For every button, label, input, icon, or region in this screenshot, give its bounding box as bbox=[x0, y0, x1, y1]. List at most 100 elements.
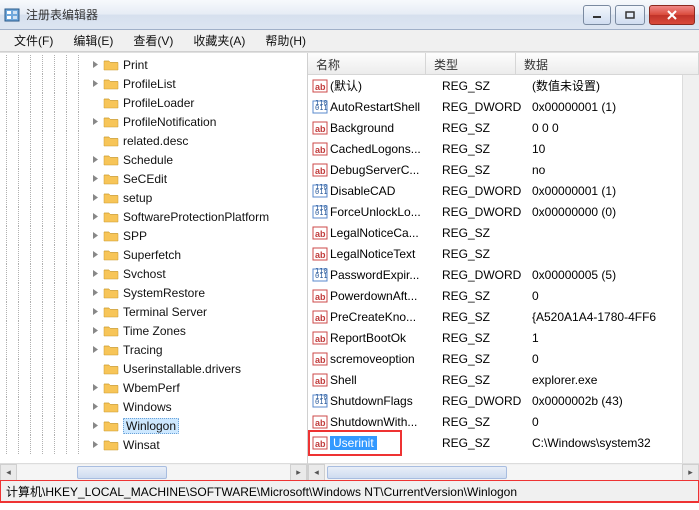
reg-dword-icon: 011110 bbox=[312, 183, 328, 199]
value-row[interactable]: abUserinitREG_SZC:\Windows\system32 bbox=[308, 432, 699, 453]
tree-item[interactable]: ProfileLoader bbox=[2, 93, 307, 112]
folder-icon bbox=[103, 134, 119, 148]
value-row[interactable]: abBackgroundREG_SZ0 0 0 bbox=[308, 117, 699, 138]
list-pane: 名称 类型 数据 ab(默认)REG_SZ(数值未设置)011110AutoRe… bbox=[308, 53, 699, 480]
maximize-button[interactable] bbox=[615, 5, 645, 25]
value-row[interactable]: 011110DisableCADREG_DWORD0x00000001 (1) bbox=[308, 180, 699, 201]
value-list[interactable]: ab(默认)REG_SZ(数值未设置)011110AutoRestartShel… bbox=[308, 75, 699, 463]
expand-toggle-icon[interactable] bbox=[90, 117, 100, 127]
scroll-thumb[interactable] bbox=[327, 466, 507, 479]
value-row[interactable]: 011110ShutdownFlagsREG_DWORD0x0000002b (… bbox=[308, 390, 699, 411]
scroll-right-icon[interactable]: ▸ bbox=[290, 464, 307, 481]
tree-item[interactable]: Winlogon bbox=[2, 416, 307, 435]
tree-item[interactable]: setup bbox=[2, 188, 307, 207]
value-row[interactable]: abDebugServerC...REG_SZno bbox=[308, 159, 699, 180]
svg-text:ab: ab bbox=[315, 166, 326, 176]
tree-item[interactable]: Winsat bbox=[2, 435, 307, 454]
tree-item[interactable]: SeCEdit bbox=[2, 169, 307, 188]
tree-item[interactable]: SystemRestore bbox=[2, 283, 307, 302]
minimize-button[interactable] bbox=[583, 5, 611, 25]
tree-item[interactable]: Svchost bbox=[2, 264, 307, 283]
tree-item[interactable]: Windows bbox=[2, 397, 307, 416]
expand-toggle-icon[interactable] bbox=[90, 421, 100, 431]
tree-item[interactable]: SPP bbox=[2, 226, 307, 245]
expand-toggle-icon[interactable] bbox=[90, 155, 100, 165]
value-row[interactable]: 011110ForceUnlockLo...REG_DWORD0x0000000… bbox=[308, 201, 699, 222]
svg-text:ab: ab bbox=[315, 82, 326, 92]
folder-icon bbox=[103, 229, 119, 243]
tree-item[interactable]: Userinstallable.drivers bbox=[2, 359, 307, 378]
tree-item[interactable]: ProfileNotification bbox=[2, 112, 307, 131]
menu-help[interactable]: 帮助(H) bbox=[255, 30, 316, 51]
reg-sz-icon: ab bbox=[312, 225, 328, 241]
tree-item[interactable]: ProfileList bbox=[2, 74, 307, 93]
tree-item[interactable]: Schedule bbox=[2, 150, 307, 169]
menu-edit[interactable]: 编辑(E) bbox=[63, 30, 123, 51]
value-row[interactable]: abLegalNoticeCa...REG_SZ bbox=[308, 222, 699, 243]
expand-toggle-icon[interactable] bbox=[90, 288, 100, 298]
expand-toggle-icon[interactable] bbox=[90, 326, 100, 336]
value-row[interactable]: abShutdownWith...REG_SZ0 bbox=[308, 411, 699, 432]
scroll-right-icon[interactable]: ▸ bbox=[682, 464, 699, 481]
list-header: 名称 类型 数据 bbox=[308, 53, 699, 75]
expand-toggle-icon[interactable] bbox=[90, 136, 100, 146]
value-row[interactable]: abShellREG_SZexplorer.exe bbox=[308, 369, 699, 390]
expand-toggle-icon[interactable] bbox=[90, 269, 100, 279]
value-row[interactable]: abPowerdownAft...REG_SZ0 bbox=[308, 285, 699, 306]
statusbar: 计算机\HKEY_LOCAL_MACHINE\SOFTWARE\Microsof… bbox=[0, 480, 699, 502]
svg-text:110: 110 bbox=[315, 267, 328, 275]
value-row[interactable]: ab(默认)REG_SZ(数值未设置) bbox=[308, 75, 699, 96]
scroll-thumb[interactable] bbox=[77, 466, 167, 479]
tree-item[interactable]: Print bbox=[2, 55, 307, 74]
value-name: DisableCAD bbox=[330, 184, 442, 198]
value-data: (数值未设置) bbox=[532, 77, 699, 94]
value-row[interactable]: abReportBootOkREG_SZ1 bbox=[308, 327, 699, 348]
scroll-left-icon[interactable]: ◂ bbox=[308, 464, 325, 481]
expand-toggle-icon[interactable] bbox=[90, 174, 100, 184]
regedit-icon bbox=[4, 7, 20, 23]
reg-sz-icon: ab bbox=[312, 309, 328, 325]
registry-tree[interactable]: PrintProfileListProfileLoaderProfileNoti… bbox=[0, 53, 307, 463]
column-type[interactable]: 类型 bbox=[426, 53, 516, 74]
folder-icon bbox=[103, 381, 119, 395]
expand-toggle-icon[interactable] bbox=[90, 79, 100, 89]
tree-item[interactable]: SoftwareProtectionPlatform bbox=[2, 207, 307, 226]
menu-favorites[interactable]: 收藏夹(A) bbox=[183, 30, 255, 51]
menu-view[interactable]: 查看(V) bbox=[123, 30, 183, 51]
value-row[interactable]: 011110PasswordExpir...REG_DWORD0x0000000… bbox=[308, 264, 699, 285]
expand-toggle-icon[interactable] bbox=[90, 402, 100, 412]
column-name[interactable]: 名称 bbox=[308, 53, 426, 74]
tree-item[interactable]: related.desc bbox=[2, 131, 307, 150]
list-hscrollbar[interactable]: ◂ ▸ bbox=[308, 463, 699, 480]
expand-toggle-icon[interactable] bbox=[90, 193, 100, 203]
expand-toggle-icon[interactable] bbox=[90, 98, 100, 108]
tree-item[interactable]: Tracing bbox=[2, 340, 307, 359]
svg-text:110: 110 bbox=[315, 183, 328, 191]
expand-toggle-icon[interactable] bbox=[90, 364, 100, 374]
menu-file[interactable]: 文件(F) bbox=[4, 30, 63, 51]
value-row[interactable]: abCachedLogons...REG_SZ10 bbox=[308, 138, 699, 159]
tree-item[interactable]: Terminal Server bbox=[2, 302, 307, 321]
expand-toggle-icon[interactable] bbox=[90, 383, 100, 393]
expand-toggle-icon[interactable] bbox=[90, 212, 100, 222]
close-button[interactable] bbox=[649, 5, 695, 25]
tree-item[interactable]: WbemPerf bbox=[2, 378, 307, 397]
tree-hscrollbar[interactable]: ◂ ▸ bbox=[0, 463, 307, 480]
expand-toggle-icon[interactable] bbox=[90, 440, 100, 450]
expand-toggle-icon[interactable] bbox=[90, 60, 100, 70]
tree-item[interactable]: Superfetch bbox=[2, 245, 307, 264]
value-row[interactable]: abPreCreateKno...REG_SZ{A520A1A4-1780-4F… bbox=[308, 306, 699, 327]
expand-toggle-icon[interactable] bbox=[90, 250, 100, 260]
column-data[interactable]: 数据 bbox=[516, 53, 699, 74]
scroll-left-icon[interactable]: ◂ bbox=[0, 464, 17, 481]
value-row[interactable]: 011110AutoRestartShellREG_DWORD0x0000000… bbox=[308, 96, 699, 117]
value-row[interactable]: abscremoveoptionREG_SZ0 bbox=[308, 348, 699, 369]
folder-icon bbox=[103, 286, 119, 300]
expand-toggle-icon[interactable] bbox=[90, 231, 100, 241]
tree-item[interactable]: Time Zones bbox=[2, 321, 307, 340]
value-row[interactable]: abLegalNoticeTextREG_SZ bbox=[308, 243, 699, 264]
expand-toggle-icon[interactable] bbox=[90, 307, 100, 317]
expand-toggle-icon[interactable] bbox=[90, 345, 100, 355]
folder-icon bbox=[103, 438, 119, 452]
list-vscrollbar[interactable] bbox=[682, 75, 699, 463]
